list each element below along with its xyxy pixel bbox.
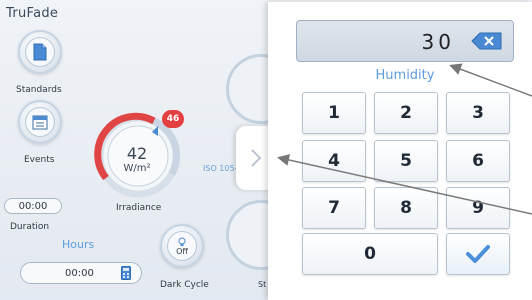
backspace-icon[interactable] (471, 32, 503, 50)
lightbulb-icon (178, 237, 186, 246)
key-1[interactable]: 1 (302, 92, 366, 134)
irradiance-unit: W/m² (123, 163, 151, 174)
display-value: 30 (421, 30, 455, 54)
calculator-icon (121, 266, 131, 280)
hours-value: 00:00 (65, 267, 94, 279)
field-label: Humidity (375, 68, 435, 83)
key-5[interactable]: 5 (374, 140, 438, 182)
key-9[interactable]: 9 (446, 187, 510, 229)
key-8[interactable]: 8 (374, 187, 438, 229)
enter-button[interactable] (446, 233, 510, 275)
duration-value: 00:00 (18, 200, 48, 212)
events-button[interactable] (18, 100, 62, 144)
key-3[interactable]: 3 (446, 92, 510, 134)
duration-field[interactable]: 00:00 (4, 198, 62, 214)
key-6[interactable]: 6 (446, 140, 510, 182)
app-title: TruFade (6, 6, 59, 21)
irradiance-value: 42 (126, 144, 148, 163)
irradiance-label: Irradiance (116, 203, 162, 213)
key-2[interactable]: 2 (374, 92, 438, 134)
key-4[interactable]: 4 (302, 140, 366, 182)
keypad-display: 30 (296, 20, 514, 62)
dark-cycle-state: Off (176, 246, 188, 256)
dark-cycle-button[interactable]: Off (160, 224, 204, 268)
hours-field[interactable]: 00:00 (20, 262, 142, 284)
irradiance-setpoint-badge: 46 (162, 110, 184, 128)
dark-cycle-label: Dark Cycle (160, 280, 209, 290)
partial-label: St (258, 280, 267, 289)
document-icon (33, 43, 47, 61)
checkmark-icon (466, 245, 490, 263)
key-7[interactable]: 7 (302, 187, 366, 229)
key-0[interactable]: 0 (302, 233, 438, 275)
duration-label: Duration (10, 222, 50, 232)
standards-button[interactable] (18, 30, 62, 74)
chevron-right-icon (251, 149, 262, 167)
events-label: Events (24, 155, 55, 165)
standards-label: Standards (16, 85, 62, 95)
iso-standard-text: ISO 105- (203, 164, 238, 173)
hours-label: Hours (62, 238, 95, 251)
calendar-icon (32, 115, 48, 130)
